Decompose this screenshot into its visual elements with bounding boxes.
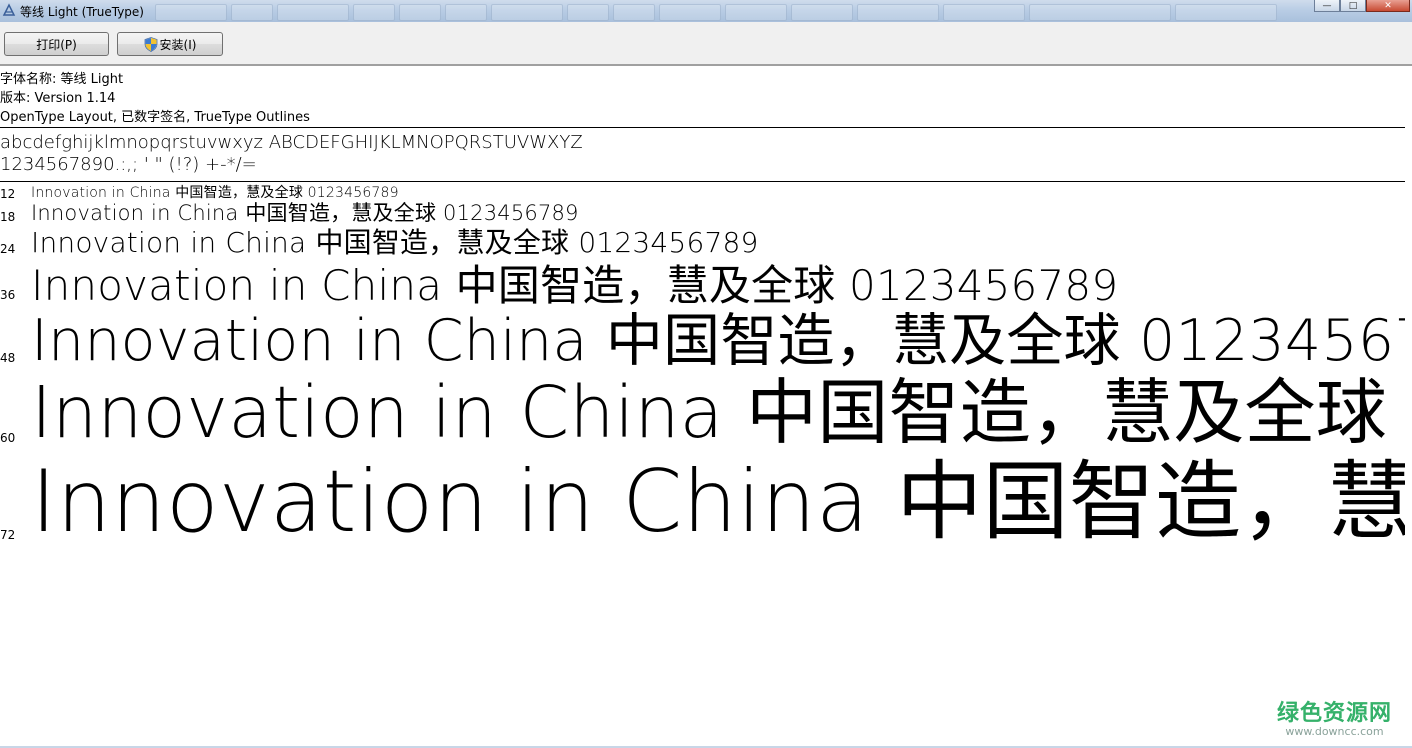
font-version-info: 版本: Version 1.14 <box>0 91 116 106</box>
site-watermark: 绿色资源网 www.downcc.com <box>1277 695 1392 738</box>
size-label-48: 48 <box>0 351 16 365</box>
print-button[interactable]: 打印(P) <box>4 32 109 56</box>
toolbar: 打印(P) 安装(I) <box>0 22 1412 64</box>
uac-shield-icon <box>144 36 157 52</box>
charset-digits: 1234567890.:,; ' " (!?) +-*/= <box>0 154 257 175</box>
close-icon: ✕ <box>1384 0 1392 11</box>
watermark-title: 绿色资源网 <box>1276 701 1392 726</box>
minimize-button[interactable]: — <box>1314 0 1340 12</box>
sample-text-36: Innovation in China 中国智造，慧及全球 0123456789 <box>31 261 1119 310</box>
right-edge <box>1405 66 1412 748</box>
install-button[interactable]: 安装(I) <box>117 32 223 56</box>
install-button-label: 安装(I) <box>159 37 197 52</box>
sample-text-60: Innovation in China 中国智造，慧及全球 0123456789 <box>31 371 1412 454</box>
sample-text-18: Innovation in China 中国智造，慧及全球 0123456789 <box>31 201 579 225</box>
size-label-60: 60 <box>0 431 16 445</box>
charset-divider <box>0 181 1405 182</box>
sample-text-72: Innovation in China 中国智造，慧及全球 0123456789 <box>31 452 1412 552</box>
size-label-12: 12 <box>0 187 16 201</box>
font-preview-pane[interactable]: 字体名称: 等线 Light 版本: Version 1.14 OpenType… <box>0 66 1412 748</box>
watermark-url: www.downcc.com <box>1285 725 1384 738</box>
close-button[interactable]: ✕ <box>1366 0 1410 12</box>
background-taskbar-ghost <box>155 4 1277 21</box>
print-button-label: 打印(P) <box>36 37 77 52</box>
title-bar[interactable]: 等线 Light (TrueType) — □ ✕ <box>0 0 1412 22</box>
charset-letters: abcdefghijklmnopqrstuvwxyz ABCDEFGHIJKLM… <box>0 132 583 153</box>
minimize-icon: — <box>1322 0 1332 11</box>
info-divider <box>0 127 1405 128</box>
window-controls: — □ ✕ <box>1314 0 1410 12</box>
size-label-36: 36 <box>0 288 16 302</box>
font-name-info: 字体名称: 等线 Light <box>0 72 124 87</box>
font-type-info: OpenType Layout, 已数字签名, TrueType Outline… <box>0 110 310 125</box>
sample-text-48: Innovation in China 中国智造，慧及全球 0123456789 <box>31 308 1412 374</box>
size-label-18: 18 <box>0 210 16 224</box>
sample-text-12: Innovation in China 中国智造，慧及全球 0123456789 <box>31 185 399 201</box>
maximize-icon: □ <box>1348 0 1358 11</box>
window-title: 等线 Light (TrueType) <box>20 5 144 19</box>
size-label-72: 72 <box>0 528 16 542</box>
maximize-button[interactable]: □ <box>1340 0 1366 12</box>
size-label-24: 24 <box>0 242 16 256</box>
font-viewer-window: 等线 Light (TrueType) — □ ✕ 打印(P) 安装(I) 字体… <box>0 0 1412 748</box>
font-app-icon <box>2 3 16 16</box>
sample-text-24: Innovation in China 中国智造，慧及全球 0123456789 <box>31 226 759 259</box>
